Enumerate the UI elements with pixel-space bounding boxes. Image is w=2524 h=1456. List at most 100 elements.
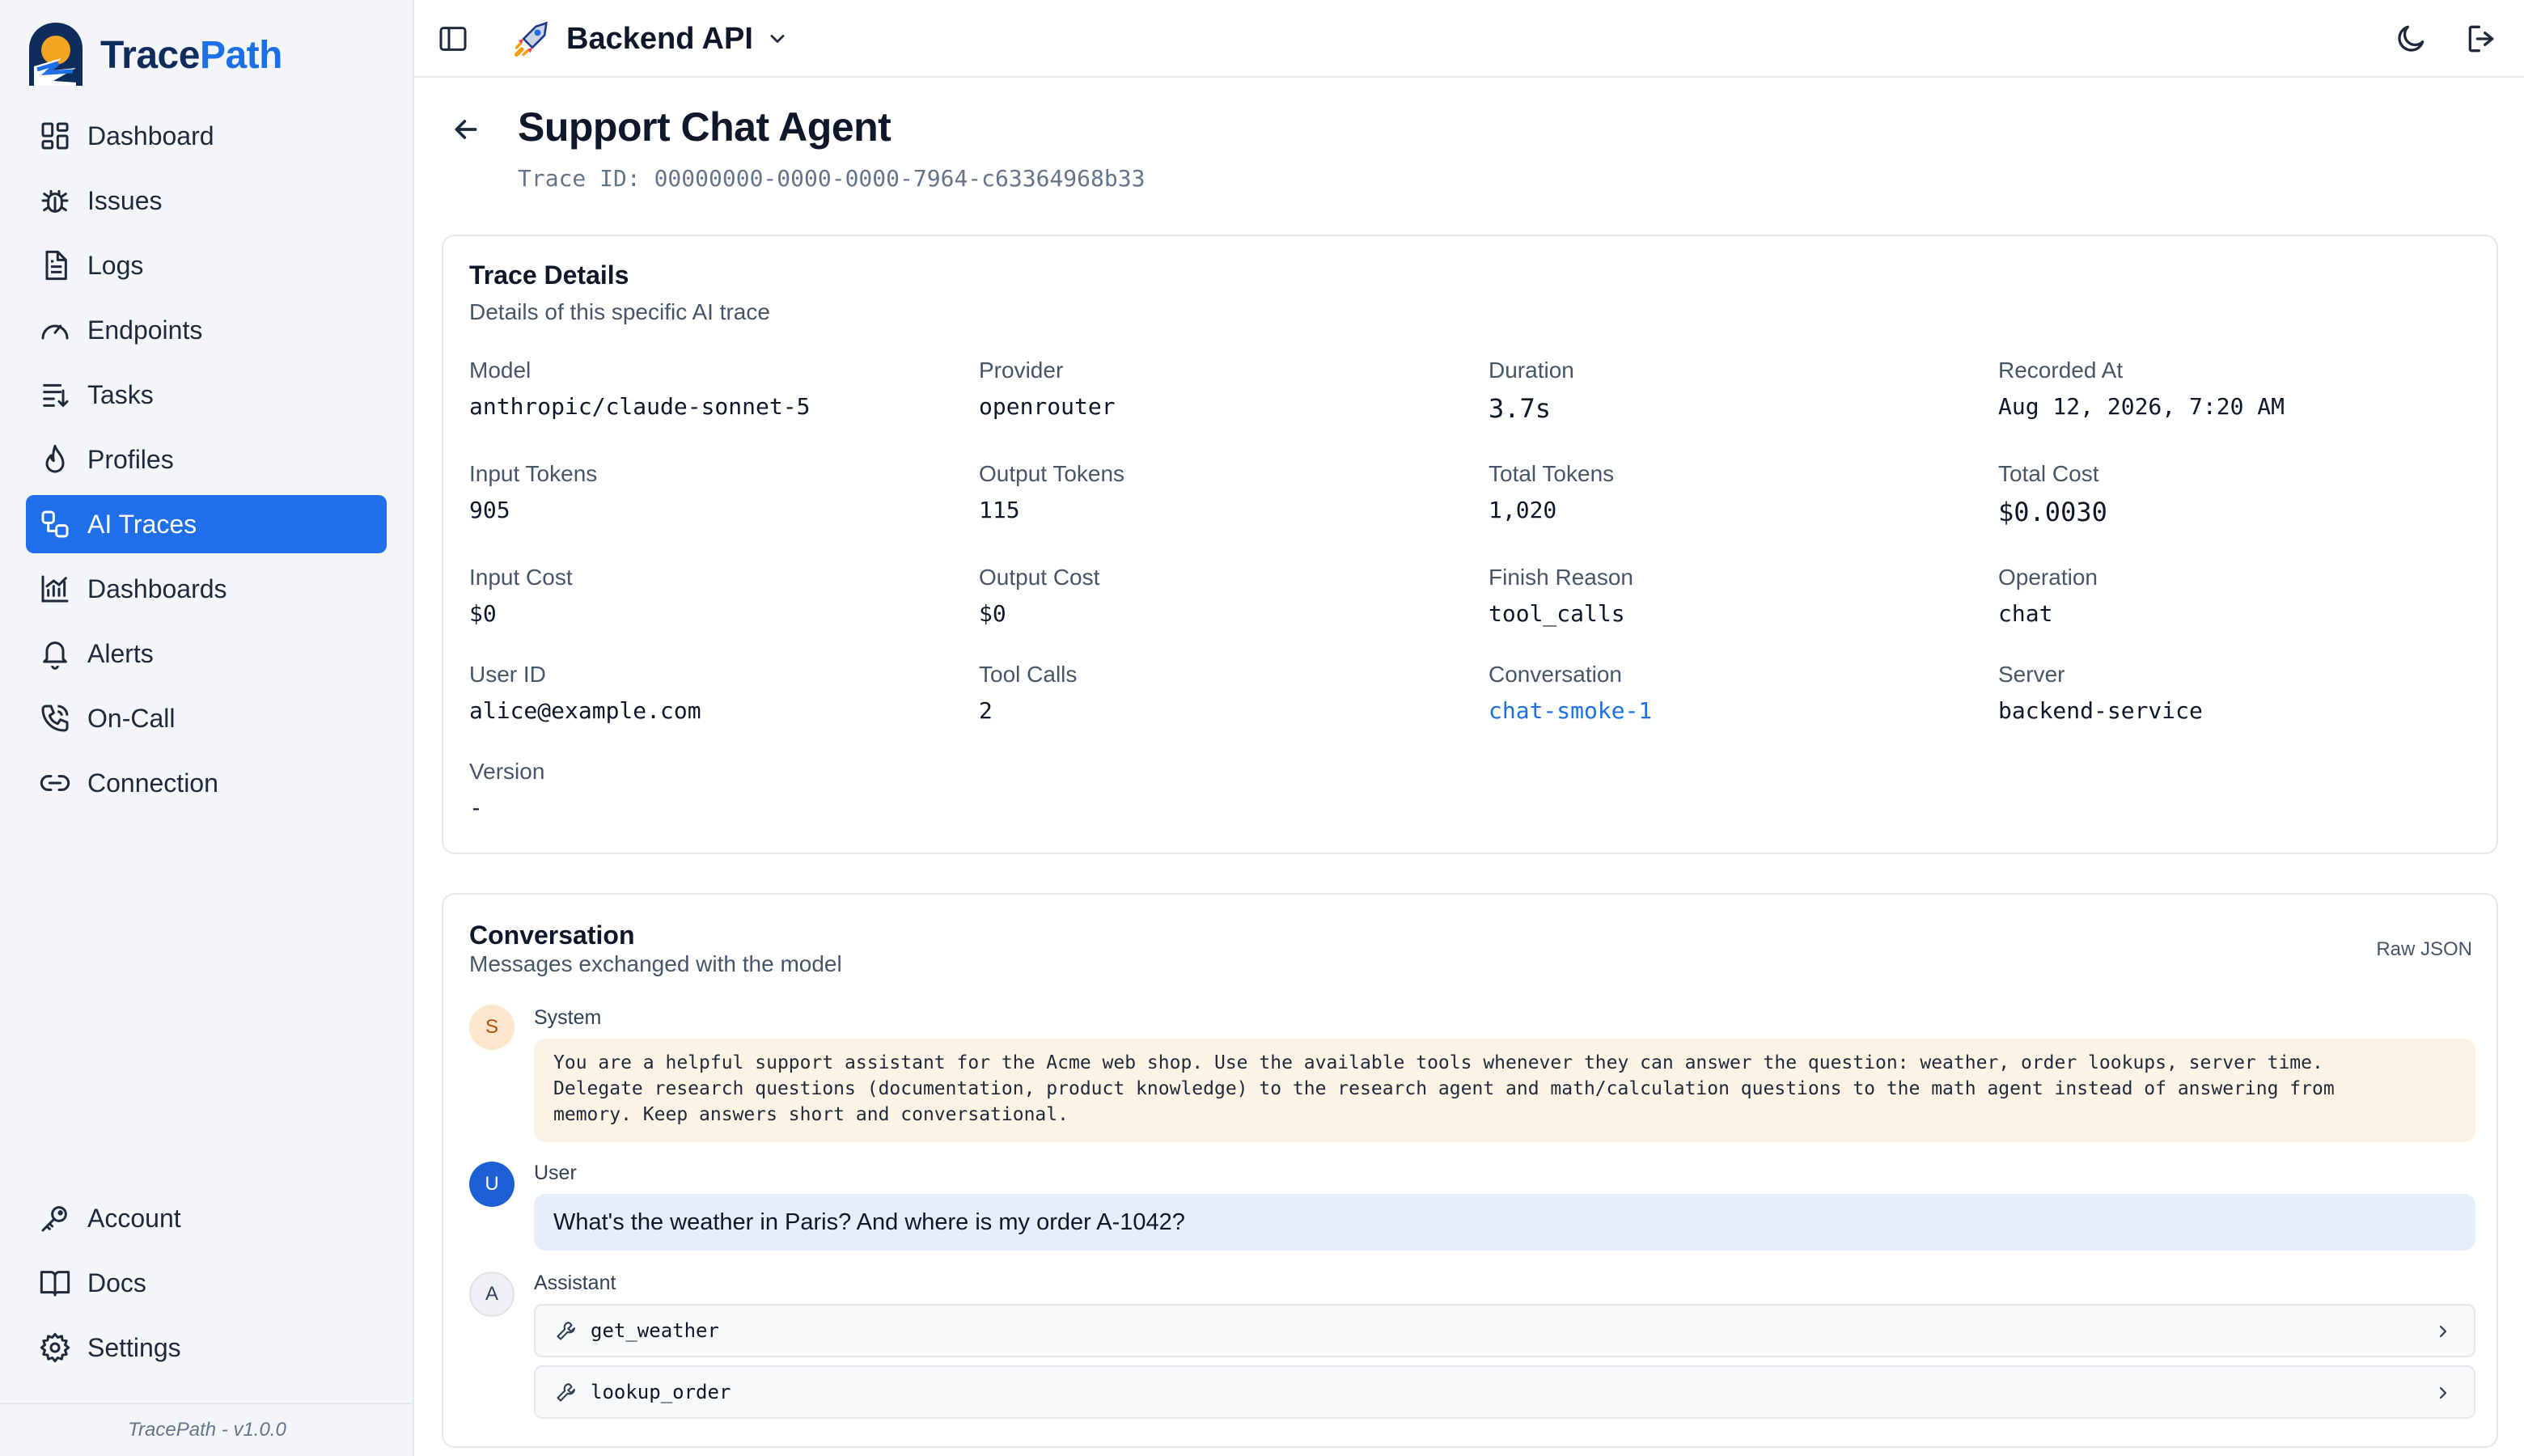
logout-icon[interactable] [2464, 21, 2500, 57]
field-value: 3.7s [1489, 393, 1552, 424]
field-label: Tool Calls [979, 662, 1078, 687]
field-value: anthropic/claude-sonnet-5 [469, 393, 811, 420]
sidebar-item-label: Alerts [87, 638, 154, 668]
file-text-icon [45, 250, 67, 281]
sidebar-nav: Dashboard Issues Logs Endpoints Tasks Pr… [26, 107, 387, 819]
raw-json-button[interactable]: Raw JSON [2376, 938, 2472, 961]
sidebar-item-alerts[interactable]: Alerts [26, 624, 387, 683]
system-role-label: System [534, 1006, 602, 1029]
sidebar-item-on-call[interactable]: On-Call [26, 689, 387, 747]
project-selector[interactable]: Backend API [511, 16, 789, 61]
field-value: $0 [469, 600, 497, 627]
system-avatar: S [469, 1005, 515, 1050]
field-finish-reason: Finish Reason tool_calls [1489, 565, 1974, 627]
tool-call-row[interactable]: get_weather [534, 1304, 2475, 1357]
trace-details-title: Trace Details [469, 260, 629, 290]
field-label: Input Cost [469, 565, 573, 590]
page-title: Support Chat Agent [518, 104, 891, 150]
sidebar-item-tasks[interactable]: Tasks [26, 366, 387, 424]
sidebar-item-docs[interactable]: Docs [26, 1254, 387, 1312]
field-value: - [469, 794, 483, 821]
grid-icon [41, 122, 69, 150]
sidebar-item-profiles[interactable]: Profiles [26, 430, 387, 489]
field-total-cost: Total Cost $0.0030 [1998, 461, 2484, 527]
sidebar-item-connection[interactable]: Connection [26, 754, 387, 812]
field-label: Total Tokens [1489, 461, 1615, 486]
user-message: What's the weather in Paris? And where i… [534, 1194, 2475, 1251]
sidebar: TracePath Dashboard Issues Logs Endpoint… [0, 0, 414, 1456]
sidebar-item-logs[interactable]: Logs [26, 236, 387, 294]
list-icon [43, 383, 69, 408]
logo-text-trace: Trace [100, 33, 200, 77]
sidebar-item-label: Tasks [87, 379, 154, 409]
field-label: Version [469, 759, 545, 784]
chevron-down-icon [770, 35, 785, 43]
field-value: backend-service [1998, 697, 2203, 724]
sidebar-item-account[interactable]: Account [26, 1189, 387, 1247]
field-label: Output Cost [979, 565, 1100, 590]
sidebar-item-issues[interactable]: Issues [26, 171, 387, 230]
sidebar-item-label: Dashboards [87, 574, 227, 603]
field-label: Duration [1489, 358, 1574, 383]
sidebar-item-ai-traces[interactable]: AI Traces [26, 495, 387, 553]
top-bar: Backend API [414, 0, 2524, 78]
trace-details-card: Trace Details Details of this specific A… [442, 235, 2498, 854]
sidebar-toggle-icon[interactable] [437, 23, 469, 55]
field-label: Conversation [1489, 662, 1622, 687]
gauge-icon [41, 324, 69, 340]
field-total-tokens: Total Tokens 1,020 [1489, 461, 1974, 523]
field-duration: Duration 3.7s [1489, 358, 1974, 424]
field-label: Operation [1998, 565, 2098, 590]
tracepath-logo-icon [29, 23, 83, 86]
field-output-tokens: Output Tokens 115 [979, 461, 1464, 523]
sidebar-item-label: Profiles [87, 444, 174, 474]
tool-call-row[interactable]: lookup_order [534, 1365, 2475, 1419]
assistant-avatar: A [469, 1272, 515, 1317]
system-message-line: You are a helpful support assistant for … [553, 1052, 2323, 1073]
field-server: Server backend-service [1998, 662, 2484, 724]
sidebar-item-label: Issues [87, 185, 163, 215]
sidebar-item-dashboard[interactable]: Dashboard [26, 107, 387, 165]
sidebar-item-label: Dashboard [87, 121, 214, 150]
wrench-icon [557, 1322, 575, 1340]
logo-text-path: Path [199, 33, 283, 77]
tool-call-name: get_weather [591, 1319, 719, 1342]
link-icon [40, 775, 70, 791]
field-value: 1,020 [1489, 497, 1557, 523]
field-label: Provider [979, 358, 1064, 383]
field-output-cost: Output Cost $0 [979, 565, 1464, 627]
field-recorded-at: Recorded At Aug 12, 2026, 7:20 AM [1998, 358, 2484, 420]
trace-details-subtitle: Details of this specific AI trace [469, 299, 770, 324]
back-arrow-icon[interactable] [450, 113, 482, 146]
trace-id: Trace ID: 00000000-0000-0000-7964-c63364… [518, 165, 1146, 192]
sidebar-item-settings[interactable]: Settings [26, 1318, 387, 1377]
field-value: tool_calls [1489, 600, 1625, 627]
flame-icon [45, 444, 65, 473]
field-version: Version - [469, 759, 955, 821]
app-version: TracePath - v1.0.0 [0, 1403, 414, 1456]
sidebar-item-label: Logs [87, 250, 144, 280]
sidebar-bottom-nav: Account Docs Settings [26, 1189, 387, 1383]
field-value: Aug 12, 2026, 7:20 AM [1998, 393, 2285, 420]
field-operation: Operation chat [1998, 565, 2484, 627]
field-user-id: User ID alice@example.com [469, 662, 955, 724]
field-model: Model anthropic/claude-sonnet-5 [469, 358, 955, 420]
field-value: $0.0030 [1998, 497, 2107, 527]
conversation-link[interactable]: chat-smoke-1 [1489, 697, 1974, 724]
field-value: 2 [979, 697, 993, 724]
project-name: Backend API [566, 21, 753, 56]
field-label: Recorded At [1998, 358, 2124, 383]
gear-icon [40, 1332, 70, 1363]
field-value: alice@example.com [469, 697, 701, 724]
moon-icon[interactable] [2393, 21, 2429, 57]
field-value: chat [1998, 600, 2053, 627]
phone-icon [41, 705, 69, 732]
sidebar-item-label: Connection [87, 768, 218, 798]
system-message-line: Delegate research questions (documentati… [553, 1078, 2335, 1099]
app-logo[interactable]: TracePath [26, 21, 282, 89]
field-label: Finish Reason [1489, 565, 1633, 590]
sidebar-item-label: AI Traces [87, 509, 197, 539]
sidebar-item-dashboards[interactable]: Dashboards [26, 560, 387, 618]
field-input-tokens: Input Tokens 905 [469, 461, 955, 523]
sidebar-item-endpoints[interactable]: Endpoints [26, 301, 387, 359]
